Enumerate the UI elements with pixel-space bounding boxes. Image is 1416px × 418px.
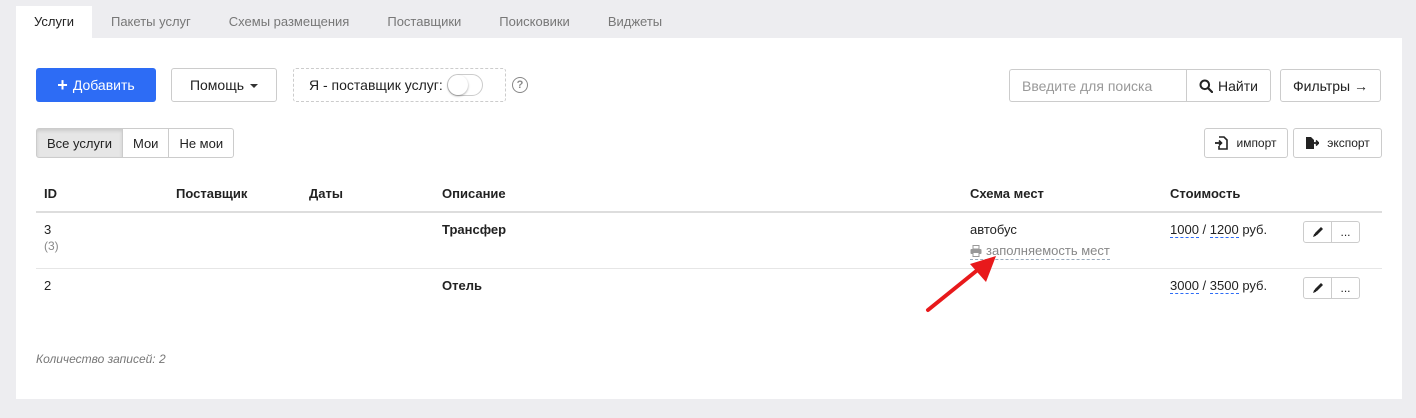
pencil-icon <box>1312 227 1323 237</box>
tab-service-packages[interactable]: Пакеты услуг <box>92 6 210 38</box>
annotation-arrow-icon <box>926 256 996 312</box>
supplier-toggle-label: Я - поставщик услуг: <box>309 77 443 93</box>
add-button[interactable]: + Добавить <box>36 68 156 102</box>
row-1-id: 3 <box>44 222 52 237</box>
file-export-icon <box>1306 137 1320 149</box>
row-divider <box>36 268 1382 269</box>
column-header-dates: Даты <box>309 186 343 201</box>
ownership-filter: Все услуги Мои Не мои <box>36 128 235 158</box>
help-dropdown-button[interactable]: Помощь <box>171 68 277 102</box>
row-2-currency: руб. <box>1242 278 1268 293</box>
tab-suppliers[interactable]: Поставщики <box>368 6 480 38</box>
filter-all-services[interactable]: Все услуги <box>36 128 123 158</box>
row-2-edit-button[interactable] <box>1303 277 1332 299</box>
tab-services[interactable]: Услуги <box>16 6 92 38</box>
row-1-actions: ... <box>1303 221 1360 243</box>
export-button[interactable]: экспорт <box>1293 128 1382 158</box>
filter-mine[interactable]: Мои <box>121 128 170 158</box>
plus-icon: + <box>57 75 68 95</box>
row-2-price-2[interactable]: 3500 <box>1209 278 1239 294</box>
row-2-more-button[interactable]: ... <box>1331 277 1360 299</box>
row-1-price: 1000 / 1200 руб. <box>1170 222 1268 238</box>
row-1-description: Трансфер <box>442 222 507 237</box>
column-header-description: Описание <box>442 186 506 201</box>
filter-not-mine[interactable]: Не мои <box>168 128 235 158</box>
supplier-toggle[interactable] <box>446 74 483 96</box>
row-1-price-1[interactable]: 1000 <box>1170 222 1199 238</box>
export-button-label: экспорт <box>1327 136 1370 150</box>
import-button-label: импорт <box>1236 136 1277 150</box>
add-button-label: Добавить <box>72 77 135 93</box>
row-1-price-2[interactable]: 1200 <box>1209 222 1239 238</box>
help-button-label: Помощь <box>189 77 245 93</box>
row-2-description: Отель <box>442 278 482 293</box>
occupancy-link-label: заполняемость мест <box>986 243 1110 258</box>
toggle-knob <box>447 75 468 95</box>
import-button[interactable]: импорт <box>1204 128 1288 158</box>
row-1-edit-button[interactable] <box>1303 221 1332 243</box>
search-button-label: Найти <box>1218 77 1258 94</box>
tab-accommodation-schemes[interactable]: Схемы размещения <box>210 6 369 38</box>
filters-button-label: Фильтры → <box>1293 77 1368 94</box>
services-panel: + Добавить Помощь Я - поставщик услуг: ?… <box>16 38 1402 399</box>
row-1-seating: автобус <box>970 222 1017 237</box>
row-1-sub-id: (3) <box>44 239 59 253</box>
row-2-id: 2 <box>44 278 52 293</box>
row-1-more-button[interactable]: ... <box>1331 221 1360 243</box>
column-header-supplier: Поставщик <box>176 186 248 201</box>
pencil-icon <box>1312 283 1323 293</box>
row-2-price-1[interactable]: 3000 <box>1170 278 1199 294</box>
row-2-actions: ... <box>1303 277 1360 299</box>
tab-bar: Услуги Пакеты услуг Схемы размещения Пос… <box>16 6 681 38</box>
column-header-seating: Схема мест <box>970 186 1044 201</box>
tab-widgets[interactable]: Виджеты <box>589 6 681 38</box>
header-divider <box>36 211 1382 213</box>
row-1-currency: руб. <box>1242 222 1268 237</box>
search-icon <box>1199 79 1214 93</box>
row-2-price: 3000 / 3500 руб. <box>1170 278 1268 294</box>
supplier-toggle-group: Я - поставщик услуг: <box>293 68 506 102</box>
search-input[interactable] <box>1009 69 1187 102</box>
search-button[interactable]: Найти <box>1186 69 1271 102</box>
column-header-id: ID <box>44 186 57 201</box>
record-count: Количество записей: 2 <box>36 352 166 366</box>
column-header-price: Стоимость <box>1170 186 1241 201</box>
filters-button[interactable]: Фильтры → <box>1280 69 1381 102</box>
caret-down-icon <box>250 84 259 88</box>
file-import-icon <box>1215 136 1229 150</box>
help-question-icon[interactable]: ? <box>512 77 528 93</box>
tab-search-engines[interactable]: Поисковики <box>480 6 589 38</box>
